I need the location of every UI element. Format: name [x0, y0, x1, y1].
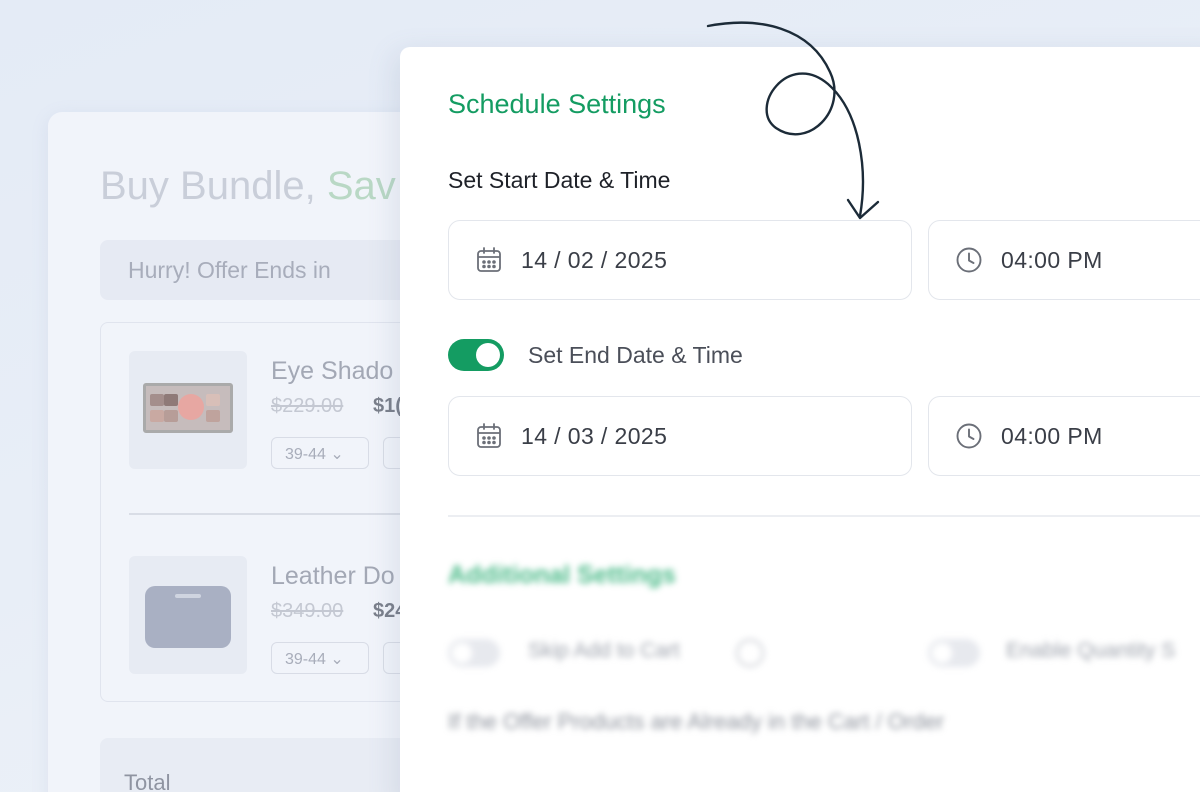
section-divider: [448, 515, 1200, 517]
start-time-value: 04:00 PM: [1001, 246, 1103, 273]
size-select[interactable]: 39-44 ⌄: [271, 642, 369, 674]
bundle-title: Buy Bundle, Sav: [100, 164, 396, 209]
skip-add-to-cart-toggle[interactable]: [448, 639, 500, 667]
skip-add-to-cart-label: Skip Add to Cart: [528, 639, 680, 662]
eyeshadow-palette-image: [143, 383, 233, 433]
calendar-icon: [475, 422, 503, 450]
curved-arrow-icon: [706, 21, 880, 220]
toggle-knob: [452, 643, 472, 663]
info-icon[interactable]: [736, 639, 764, 667]
end-date-toggle[interactable]: [448, 339, 504, 371]
panel-title: Schedule Settings: [448, 89, 666, 119]
end-date-field[interactable]: 14 / 03 / 2025: [448, 396, 912, 476]
bundle-title-accent: Sav: [326, 164, 396, 208]
total-label: Total: [124, 770, 171, 792]
product-image: [129, 351, 247, 469]
clock-icon: [955, 246, 983, 274]
leather-pouch-image: [145, 586, 231, 648]
enable-quantity-toggle[interactable]: [928, 639, 980, 667]
size-select[interactable]: 39-44 ⌄: [271, 437, 369, 469]
cart-order-note: If the Offer Products are Already in the…: [448, 709, 945, 734]
toggle-knob: [476, 343, 500, 367]
product-old-price: $349.00: [271, 600, 344, 622]
clock-icon: [955, 422, 983, 450]
start-datetime-label: Set Start Date & Time: [448, 167, 671, 193]
end-date-value: 14 / 03 / 2025: [521, 422, 668, 449]
product-old-price: $229.00: [271, 395, 344, 417]
product-name: Leather Do: [271, 562, 395, 590]
product-new-price: $1(: [373, 395, 402, 417]
start-time-field[interactable]: 04:00 PM: [928, 220, 1200, 300]
product-name: Eye Shado: [271, 357, 394, 385]
start-date-value: 14 / 02 / 2025: [521, 246, 668, 273]
additional-settings-title: Additional Settings: [448, 561, 676, 589]
start-date-field[interactable]: 14 / 02 / 2025: [448, 220, 912, 300]
end-datetime-label: Set End Date & Time: [528, 342, 743, 368]
end-time-value: 04:00 PM: [1001, 422, 1103, 449]
bundle-title-text: Buy Bundle,: [100, 164, 327, 208]
toggle-knob: [932, 643, 952, 663]
product-image: [129, 556, 247, 674]
end-time-field[interactable]: 04:00 PM: [928, 396, 1200, 476]
enable-quantity-label: Enable Quantity S: [1006, 639, 1176, 662]
calendar-icon: [475, 246, 503, 274]
